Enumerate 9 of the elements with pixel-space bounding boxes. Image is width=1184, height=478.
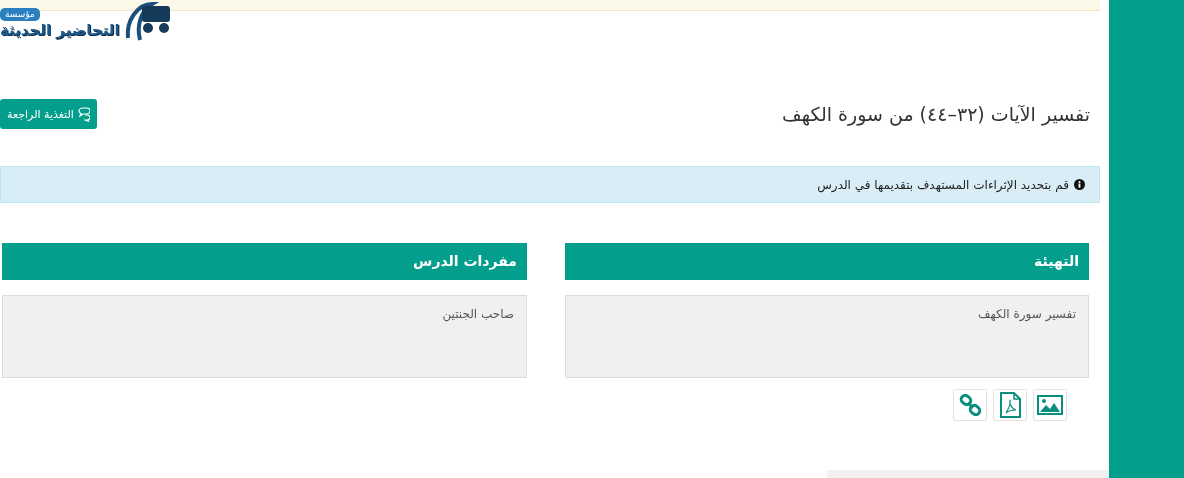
logo-name: التحاضير الحديثة (0, 21, 120, 39)
feedback-button[interactable]: التغذية الراجعة (0, 99, 97, 129)
logo-badge: مؤسسة (0, 8, 40, 21)
section-header: مفردات الدرس (2, 243, 527, 280)
content-text: صاحب الجنتين (442, 307, 514, 321)
alert-text: قم بتحديد الإثراءات المستهدف بتقديمها في الدرس (817, 177, 1069, 192)
lesson-title: تفسير الآيات (٣٢–٤٤) من سورة الكهف (782, 102, 1090, 127)
content-text: تفسير سورة الكهف (978, 307, 1076, 321)
section-header: التهيئة (565, 243, 1089, 280)
